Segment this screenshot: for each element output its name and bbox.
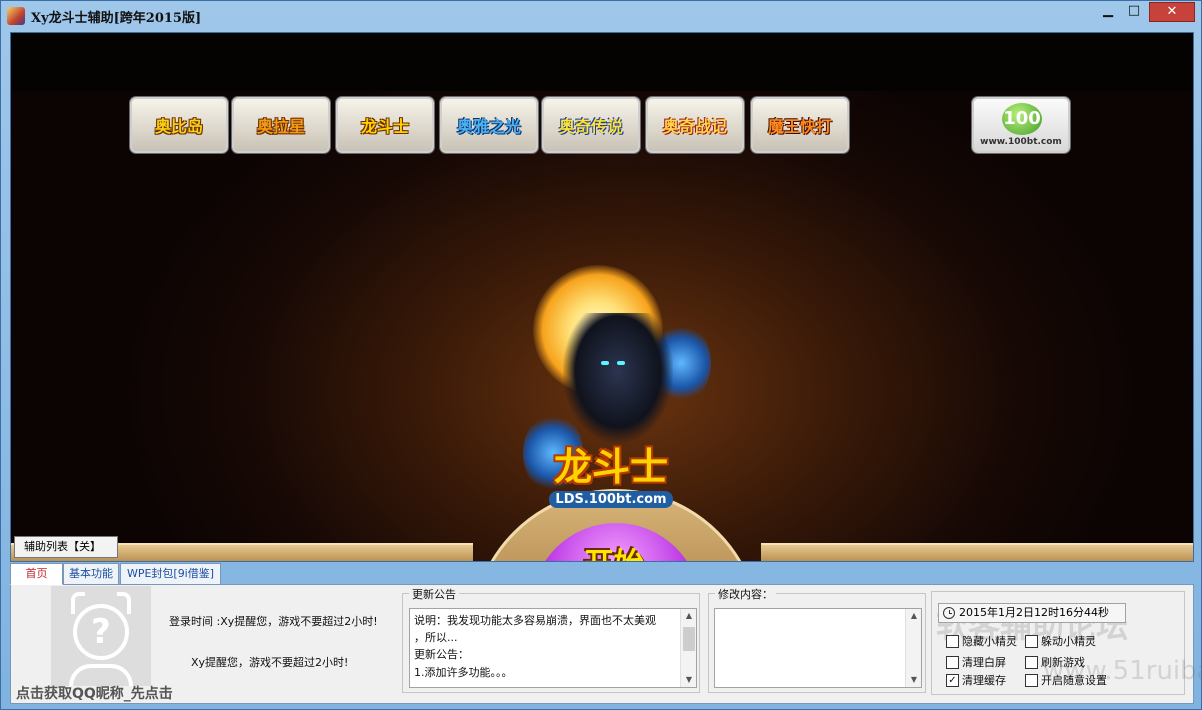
update-notice-line: 更新公告：: [414, 648, 469, 661]
qq-nickname-link[interactable]: 点击获取QQ昵称_先点击: [16, 683, 173, 703]
minimize-button[interactable]: ▁: [1095, 2, 1121, 22]
modify-content-textbox[interactable]: ▲ ▼: [714, 608, 922, 688]
window-title: Xy龙斗士辅助[跨年2015版]: [31, 11, 202, 26]
creature-eye: [617, 361, 625, 365]
checkbox-label: 清理缓存: [962, 674, 1006, 687]
refresh-game-checkbox[interactable]: 刷新游戏: [1025, 656, 1085, 670]
clear-white-screen-checkbox[interactable]: 清理白屏: [946, 656, 1006, 670]
modify-content-scrollbar[interactable]: ▲ ▼: [905, 609, 921, 687]
scroll-thumb[interactable]: [683, 627, 695, 651]
game-link-label: 龙斗士: [360, 117, 409, 136]
tab-basic-functions[interactable]: 基本功能: [63, 563, 119, 585]
checkbox-label: 开启随意设置: [1041, 674, 1107, 687]
game-link-aobi[interactable]: 奥比岛: [130, 97, 228, 153]
login-time-text: 登录时间 :Xy提醒您，游戏不要超过2小时!: [169, 615, 378, 628]
scroll-down-icon[interactable]: ▼: [906, 673, 922, 687]
app-window: Xy龙斗士辅助[跨年2015版] ▁ □ ✕ 奥比岛 奥拉星 龙斗士 奥雅之光 …: [0, 0, 1202, 710]
app-icon: [7, 7, 25, 25]
game-link-longdoushi[interactable]: 龙斗士: [336, 97, 434, 153]
checkbox-label: 隐藏小精灵: [962, 635, 1017, 648]
hide-sprite-checkbox[interactable]: 隐藏小精灵: [946, 635, 1017, 649]
title-bar[interactable]: Xy龙斗士辅助[跨年2015版] ▁ □ ✕: [1, 1, 1201, 31]
site-logo-button[interactable]: 100 www.100bt.com: [972, 97, 1070, 153]
update-notice-label: 更新公告: [409, 586, 459, 602]
update-notice-textbox[interactable]: 说明：我发现功能太多容易崩溃，界面也不太美观 ，所以... 更新公告： 1.添加…: [409, 608, 697, 688]
game-link-label: 奥比岛: [154, 117, 203, 136]
checkbox-label: 刷新游戏: [1041, 656, 1085, 669]
game-link-aoqi-chuanshuo[interactable]: 奥奇传说: [542, 97, 640, 153]
update-notice-line: 说明：我发现功能太多容易崩溃，界面也不太美观: [414, 614, 656, 627]
assist-list-toggle[interactable]: 辅助列表【关】: [14, 536, 118, 558]
modify-content-label: 修改内容：: [715, 586, 776, 602]
frame-plate-right: [761, 543, 1193, 561]
clock-hand: [949, 613, 952, 614]
clock-text: 2015年1月2日12时16分44秒: [959, 606, 1109, 619]
site-logo-url: www.100bt.com: [980, 137, 1062, 147]
checkbox-box[interactable]: [946, 635, 959, 648]
game-link-label: 魔王快打: [767, 117, 832, 136]
start-button-label[interactable]: 开始: [559, 539, 669, 561]
dodge-sprite-checkbox[interactable]: 躲动小精灵: [1025, 635, 1096, 649]
checkbox-label: 清理白屏: [962, 656, 1006, 669]
scroll-down-icon[interactable]: ▼: [681, 673, 697, 687]
scroll-up-icon[interactable]: ▲: [681, 609, 697, 623]
game-link-aola[interactable]: 奥拉星: [232, 97, 330, 153]
clock-icon: [943, 607, 955, 619]
avatar[interactable]: ?: [51, 586, 151, 686]
reminder-text: Xy提醒您，游戏不要超过2小时!: [191, 656, 349, 669]
close-button[interactable]: ✕: [1149, 2, 1195, 22]
scroll-up-icon[interactable]: ▲: [906, 609, 922, 623]
game-link-aoya[interactable]: 奥雅之光: [440, 97, 538, 153]
update-notice-line: ，所以...: [414, 631, 458, 644]
game-viewport[interactable]: 奥比岛 奥拉星 龙斗士 奥雅之光 奥奇传说 奥奇战记 魔王快打 100 www.…: [10, 32, 1194, 562]
clock-display: 2015年1月2日12时16分44秒: [938, 603, 1126, 623]
checkbox-box[interactable]: [946, 656, 959, 669]
checkbox-box[interactable]: [1025, 635, 1038, 648]
checkbox-box[interactable]: [1025, 656, 1038, 669]
game-logo-title: 龙斗士: [553, 445, 668, 489]
game-logo-url: LDS.100bt.com: [549, 491, 673, 508]
site-logo-icon: 100: [1002, 103, 1042, 135]
checkbox-label: 躲动小精灵: [1041, 635, 1096, 648]
game-link-label: 奥奇战记: [662, 117, 727, 136]
dark-creature: [563, 313, 673, 443]
update-notice-scrollbar[interactable]: ▲ ▼: [680, 609, 696, 687]
checkbox-box[interactable]: [1025, 674, 1038, 687]
game-link-label: 奥雅之光: [456, 117, 521, 136]
maximize-button[interactable]: □: [1121, 2, 1147, 22]
game-link-mowang[interactable]: 魔王快打: [751, 97, 849, 153]
game-link-label: 奥拉星: [256, 117, 305, 136]
game-logo: 龙斗士 LDS.100bt.com: [521, 443, 701, 518]
question-mark-icon: ?: [73, 604, 129, 660]
free-settings-checkbox[interactable]: 开启随意设置: [1025, 674, 1107, 688]
tab-wpe-packets[interactable]: WPE封包[9i借鉴]: [120, 563, 221, 585]
game-link-aoqi-zhanji[interactable]: 奥奇战记: [646, 97, 744, 153]
update-notice-line: 1.添加许多功能。。。: [414, 666, 513, 679]
game-link-label: 奥奇传说: [558, 117, 623, 136]
checkbox-box[interactable]: ✓: [946, 674, 959, 687]
tab-home[interactable]: 首页: [10, 563, 63, 585]
clear-cache-checkbox[interactable]: ✓ 清理缓存: [946, 674, 1006, 688]
creature-eye: [601, 361, 609, 365]
